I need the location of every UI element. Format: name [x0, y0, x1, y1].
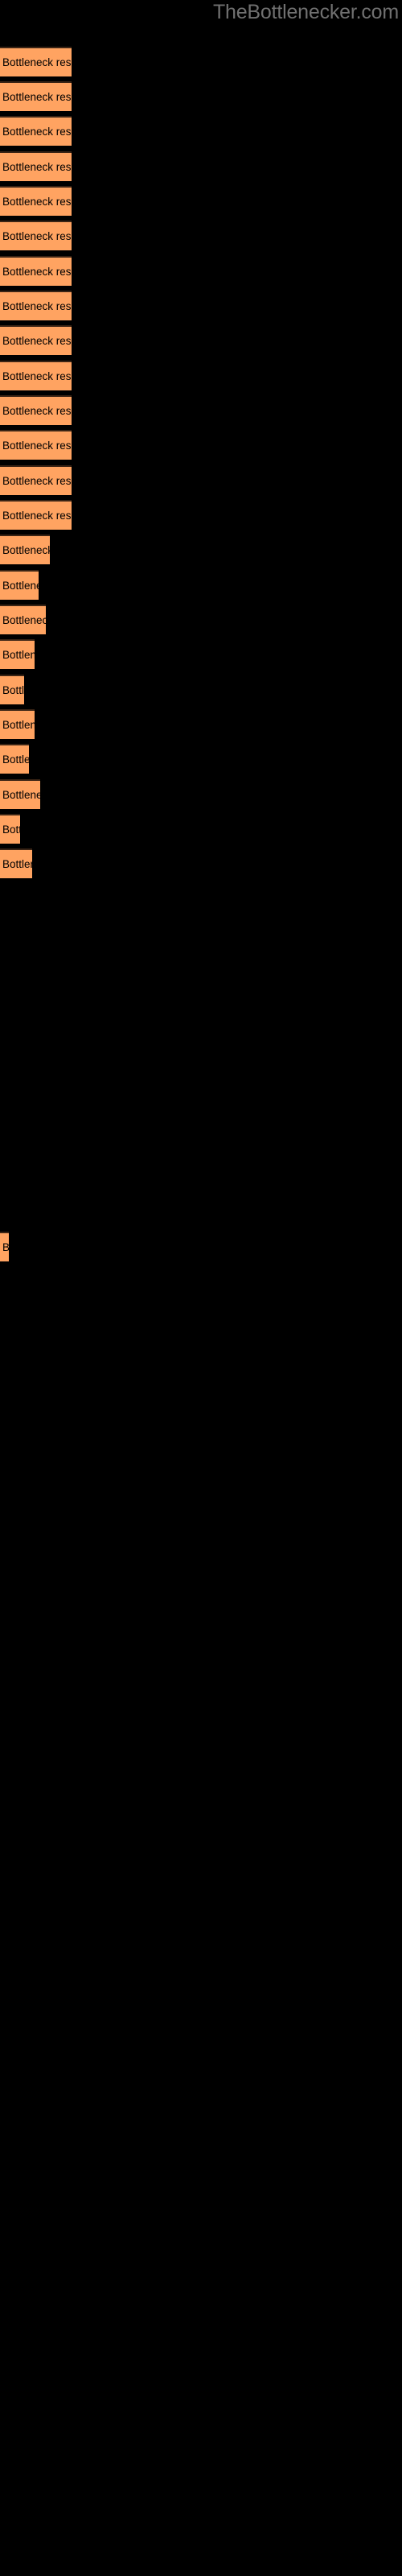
bar-label: Bottleneck result [2, 369, 72, 382]
bar-label: Bottleneck result [2, 404, 72, 417]
bar-bottleneck-result[interactable]: Bottleneck result [0, 709, 35, 739]
bar-label: Bottleneck result [2, 857, 32, 870]
bar-bottleneck-result[interactable]: Bottleneck result [0, 395, 72, 425]
bar-bottleneck-result[interactable]: Bottleneck result [0, 291, 72, 320]
bar-label: Bottleneck result [2, 334, 72, 347]
bar-label: Bottleneck result [2, 229, 72, 242]
bar-bottleneck-result[interactable]: Bottleneck result [0, 430, 72, 460]
bar-label: Bottleneck result [2, 683, 24, 696]
bar-label: Bottleneck result [2, 579, 39, 592]
bar-bottleneck-result[interactable]: Bottleneck result [0, 744, 29, 774]
bar-label: Bottleneck result [2, 753, 29, 766]
bar-label: Bottleneck result [2, 299, 72, 312]
bar-label: Bottleneck result [2, 543, 50, 556]
bar-bottleneck-result[interactable]: Bottleneck result [0, 221, 72, 250]
bar-bottleneck-result[interactable]: Bottleneck result [0, 570, 39, 600]
bar-label: Bottleneck result [2, 788, 40, 801]
bar-bottleneck-result[interactable]: Bottleneck result [0, 814, 20, 844]
bar-bottleneck-result[interactable]: Bottleneck result [0, 361, 72, 390]
bar-bottleneck-result[interactable]: Bottleneck result [0, 535, 50, 564]
bar-label: Bottleneck result [2, 823, 20, 836]
bar-label: Bottleneck result [2, 718, 35, 731]
bar-label: Bottleneck result [2, 613, 46, 626]
bar-bottleneck-result[interactable]: Bottleneck result [0, 151, 72, 181]
bar-bottleneck-result[interactable]: Bottleneck result [0, 500, 72, 530]
bar-label: Bottleneck result [2, 125, 72, 138]
page-title: TheBottlenecker.com [212, 1, 399, 23]
bar-bottleneck-result[interactable]: Bottleneck result [0, 116, 72, 146]
bar-bottleneck-result[interactable]: Bottleneck result [0, 639, 35, 669]
bar-bottleneck-result[interactable]: Bottleneck result [0, 47, 72, 76]
bar-bottleneck-result[interactable]: Bottleneck result [0, 256, 72, 286]
bar-bottleneck-result[interactable]: Bottleneck result [0, 81, 72, 111]
bar-label: Bottleneck result [2, 439, 72, 452]
bar-bottleneck-result[interactable]: Bottleneck result [0, 779, 40, 809]
bar-bottleneck-result[interactable]: Bottleneck result [0, 605, 46, 634]
bottleneck-bar-chart: TheBottlenecker.com Bottleneck result Bot… [0, 0, 402, 2576]
bar-bottleneck-result[interactable]: Bottleneck result [0, 325, 72, 355]
bar-label: Bottleneck result [2, 56, 72, 68]
bar-bottleneck-result[interactable]: Bottleneck result [0, 1232, 9, 1261]
bar-bottleneck-result[interactable]: Bottleneck result [0, 848, 32, 878]
bar-bottleneck-result[interactable]: Bottleneck result [0, 465, 72, 495]
bar-label: Bottleneck result [2, 648, 35, 661]
bar-bottleneck-result[interactable]: Bottleneck result [0, 186, 72, 216]
bar-label: Bottleneck result [2, 474, 72, 487]
bar-label: Bottleneck result [2, 160, 72, 173]
bar-label: Bottleneck result [2, 1241, 9, 1253]
bar-label: Bottleneck result [2, 265, 72, 278]
bar-label: Bottleneck result [2, 195, 72, 208]
bar-label: Bottleneck result [2, 90, 72, 103]
bar-label: Bottleneck result [2, 509, 72, 522]
bar-bottleneck-result[interactable]: Bottleneck result [0, 675, 24, 704]
